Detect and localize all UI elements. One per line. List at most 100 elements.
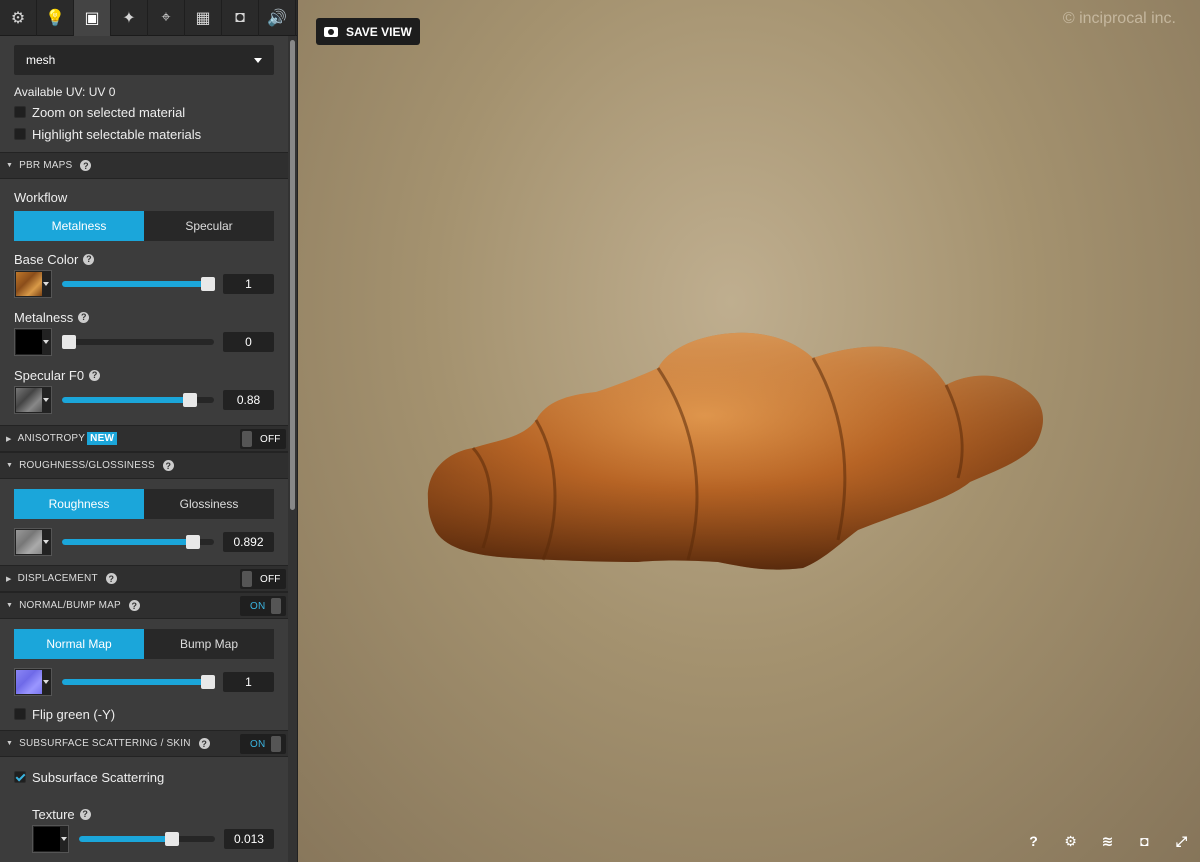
roughness-texture-picker[interactable] bbox=[14, 528, 52, 556]
tab-glossiness[interactable]: Glossiness bbox=[144, 489, 274, 519]
base-color-row: 1 bbox=[14, 269, 274, 299]
chevron-down-icon bbox=[42, 398, 50, 402]
slider-fill bbox=[62, 679, 208, 685]
3d-viewport[interactable]: SAVE VIEW © inciprocal inc. ? ⚙ ≋ ◘ ⤢ bbox=[298, 0, 1200, 862]
checkbox-box[interactable] bbox=[14, 771, 26, 783]
section-roughness[interactable]: ▼ ROUGHNESS/GLOSSINESS ? bbox=[0, 452, 288, 479]
help-icon[interactable]: ? bbox=[80, 160, 92, 171]
tab-bump-map[interactable]: Bump Map bbox=[144, 629, 274, 659]
fullscreen-button[interactable]: ⤢ bbox=[1163, 830, 1200, 852]
vr-button[interactable]: ◘ bbox=[1126, 830, 1163, 852]
tab-normal-map[interactable]: Normal Map bbox=[14, 629, 144, 659]
section-pbr-maps[interactable]: ▼ PBR MAPS ? bbox=[0, 152, 288, 179]
vr-icon: ◘ bbox=[1140, 833, 1149, 849]
slider-handle[interactable] bbox=[185, 535, 200, 549]
base-color-label-row: Base Color ? bbox=[14, 249, 274, 269]
tab-location-pin[interactable]: ⌖ bbox=[148, 0, 185, 36]
sss-texture-picker[interactable] bbox=[32, 825, 70, 853]
slider-handle[interactable] bbox=[62, 335, 76, 349]
croissant-model[interactable] bbox=[298, 0, 1200, 862]
metalness-slider[interactable] bbox=[62, 335, 214, 349]
specular-value[interactable]: 0.88 bbox=[223, 390, 274, 410]
slider-handle[interactable] bbox=[182, 393, 197, 407]
help-icon[interactable]: ? bbox=[83, 253, 95, 265]
section-sss[interactable]: ▼ SUBSURFACE SCATTERING / SKIN ? ON bbox=[0, 730, 288, 757]
section-anisotropy[interactable]: ▶ ANISOTROPY NEW OFF bbox=[0, 425, 288, 452]
normal-texture-picker[interactable] bbox=[14, 668, 52, 696]
chevron-down-icon bbox=[254, 57, 262, 63]
checkbox-label: Subsurface Scatterring bbox=[32, 769, 165, 785]
viewer-toolbar: ? ⚙ ≋ ◘ ⤢ bbox=[1015, 830, 1200, 852]
normal-value[interactable]: 1 bbox=[223, 672, 274, 692]
normal-slider[interactable] bbox=[62, 675, 215, 689]
checkbox-label: Highlight selectable materials bbox=[32, 126, 202, 142]
texture-thumbnail bbox=[16, 388, 42, 412]
tab-vr-headset[interactable]: ◘ bbox=[222, 0, 259, 36]
metalness-texture-picker[interactable] bbox=[14, 328, 52, 356]
sss-slider[interactable] bbox=[79, 832, 215, 846]
layers-button[interactable]: ≋ bbox=[1089, 830, 1126, 852]
toggle-knob bbox=[271, 598, 282, 614]
help-icon[interactable]: ? bbox=[162, 460, 174, 471]
checkbox-box[interactable] bbox=[14, 708, 26, 720]
uv-note: Available UV: UV 0 bbox=[14, 85, 116, 99]
panel-content: mesh Available UV: UV 0 Zoom on selected… bbox=[0, 36, 288, 854]
settings-button[interactable]: ⚙ bbox=[1052, 830, 1089, 852]
settings-icon: ⚙ bbox=[1064, 832, 1077, 849]
base-color-slider[interactable] bbox=[62, 277, 215, 291]
help-button[interactable]: ? bbox=[1015, 830, 1052, 852]
scrollbar-thumb[interactable] bbox=[290, 40, 295, 510]
metalness-value[interactable]: 0 bbox=[223, 332, 274, 352]
help-icon[interactable]: ? bbox=[128, 600, 140, 611]
flip-green-checkbox[interactable]: Flip green (-Y) bbox=[14, 705, 274, 723]
sss-row: 0.013 bbox=[32, 824, 274, 854]
slider-handle[interactable] bbox=[200, 675, 215, 689]
toggle-knob bbox=[242, 571, 252, 587]
tab-gear[interactable]: ⚙ bbox=[0, 0, 37, 36]
anisotropy-toggle[interactable]: OFF bbox=[240, 429, 286, 449]
collapse-triangle-icon: ▼ bbox=[6, 462, 14, 469]
section-displacement[interactable]: ▶ DISPLACEMENT ? OFF bbox=[0, 565, 288, 592]
panel-scrollbar[interactable] bbox=[288, 36, 297, 862]
collapse-triangle-icon: ▼ bbox=[6, 602, 14, 609]
workflow-toggle: Metalness Specular bbox=[14, 211, 274, 241]
tab-speaker[interactable]: 🔊 bbox=[259, 0, 296, 36]
checkbox-box[interactable] bbox=[14, 106, 26, 118]
sss-checkbox[interactable]: Subsurface Scatterring bbox=[14, 768, 274, 786]
help-icon[interactable]: ? bbox=[89, 369, 101, 381]
roughness-value[interactable]: 0.892 bbox=[223, 532, 274, 552]
tab-lightbulb[interactable]: 💡 bbox=[37, 0, 74, 36]
help-icon[interactable]: ? bbox=[198, 738, 210, 749]
highlight-materials-checkbox[interactable]: Highlight selectable materials bbox=[14, 125, 274, 143]
slider-handle[interactable] bbox=[164, 832, 179, 846]
sss-texture-label-row: Texture ? bbox=[32, 804, 274, 824]
checkbox-box[interactable] bbox=[14, 128, 26, 140]
tab-image[interactable]: ▣ bbox=[74, 0, 111, 36]
toggle-label: OFF bbox=[260, 433, 281, 445]
base-color-texture-picker[interactable] bbox=[14, 270, 52, 298]
specular-slider[interactable] bbox=[62, 393, 214, 407]
roughness-slider[interactable] bbox=[62, 535, 214, 549]
tab-film[interactable]: ▦ bbox=[185, 0, 222, 36]
sss-value[interactable]: 0.013 bbox=[223, 829, 274, 849]
tab-specular[interactable]: Specular bbox=[144, 211, 274, 241]
texture-thumbnail bbox=[16, 272, 42, 296]
help-icon[interactable]: ? bbox=[105, 573, 117, 584]
expand-triangle-icon: ▶ bbox=[6, 575, 12, 583]
material-select[interactable]: mesh bbox=[14, 45, 274, 75]
section-normal-bump[interactable]: ▼ NORMAL/BUMP MAP ? ON bbox=[0, 592, 288, 619]
zoom-selected-checkbox[interactable]: Zoom on selected material bbox=[14, 103, 274, 121]
toggle-label: OFF bbox=[260, 573, 281, 585]
specular-texture-picker[interactable] bbox=[14, 386, 52, 414]
help-icon[interactable]: ? bbox=[79, 808, 91, 820]
slider-handle[interactable] bbox=[200, 277, 215, 291]
base-color-value[interactable]: 1 bbox=[223, 274, 274, 294]
tab-magic-wand[interactable]: ✦ bbox=[111, 0, 148, 36]
tab-roughness[interactable]: Roughness bbox=[14, 489, 144, 519]
sss-toggle[interactable]: ON bbox=[240, 734, 286, 754]
help-icon[interactable]: ? bbox=[78, 311, 90, 323]
normal-map-toggle[interactable]: ON bbox=[240, 596, 286, 616]
displacement-toggle[interactable]: OFF bbox=[240, 569, 286, 589]
tab-metalness[interactable]: Metalness bbox=[14, 211, 144, 241]
roughness-row: 0.892 bbox=[14, 527, 274, 557]
